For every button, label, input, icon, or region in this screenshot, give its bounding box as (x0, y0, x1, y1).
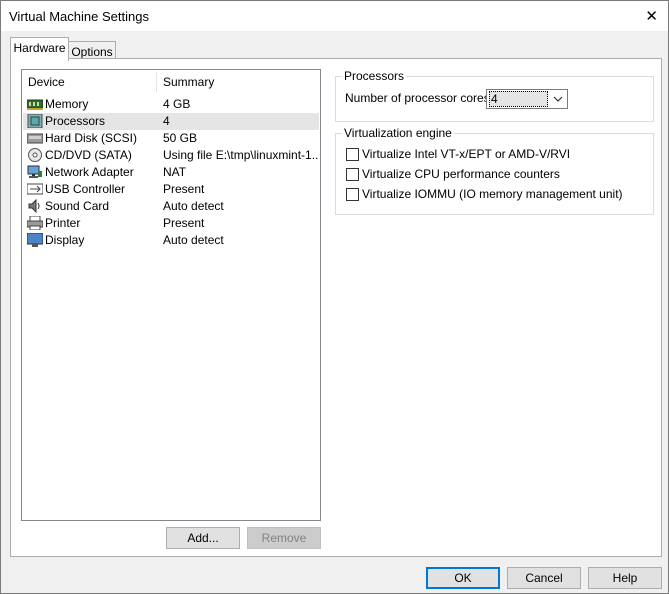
iommu-label[interactable]: Virtualize IOMMU (IO memory management u… (362, 187, 623, 201)
device-row-usb-controller[interactable]: USB Controller Present (23, 181, 319, 198)
processors-group: Processors Number of processor cores: 4 (335, 69, 654, 122)
device-name: Hard Disk (SCSI) (45, 131, 138, 145)
processors-group-title: Processors (342, 69, 407, 83)
usb-icon (27, 183, 43, 195)
help-label: Help (612, 571, 638, 585)
hardware-tab-panel: Device Summary Memory 4 GB Processors 4 (10, 58, 662, 557)
title-bar: Virtual Machine Settings ✕ (1, 1, 668, 31)
summary-column-header[interactable]: Summary (163, 70, 214, 94)
ok-label: OK (454, 571, 472, 585)
device-row-memory[interactable]: Memory 4 GB (23, 96, 319, 113)
device-summary: Auto detect (163, 199, 224, 213)
sound-card-icon (28, 199, 40, 213)
remove-device-label: Remove (261, 531, 307, 545)
device-row-printer[interactable]: Printer Present (23, 215, 319, 232)
window-title: Virtual Machine Settings (9, 9, 149, 24)
device-summary: Auto detect (163, 233, 224, 247)
device-name: Sound Card (45, 199, 110, 213)
vtx-checkbox[interactable] (346, 148, 359, 161)
network-adapter-icon (27, 165, 42, 178)
device-row-sound-card[interactable]: Sound Card Auto detect (23, 198, 319, 215)
remove-device-button[interactable]: Remove (247, 527, 321, 549)
column-divider[interactable] (156, 72, 157, 92)
vtx-label[interactable]: Virtualize Intel VT-x/EPT or AMD-V/RVI (362, 147, 570, 161)
display-icon (27, 233, 43, 247)
tab-options-label: Options (71, 45, 113, 59)
device-row-network-adapter[interactable]: Network Adapter NAT (23, 164, 319, 181)
device-summary: 4 (163, 114, 170, 128)
device-row-processors[interactable]: Processors 4 (23, 113, 319, 130)
virtualization-group: Virtualization engine Virtualize Intel V… (335, 126, 654, 215)
chevron-down-icon (553, 96, 563, 102)
device-name: Display (45, 233, 85, 247)
cores-select-value: 4 (489, 91, 548, 107)
device-name: Printer (45, 216, 81, 230)
device-name: Network Adapter (45, 165, 134, 179)
cpu-counters-label[interactable]: Virtualize CPU performance counters (362, 167, 560, 181)
device-summary: Present (163, 216, 205, 230)
close-icon[interactable]: ✕ (645, 7, 658, 25)
device-name: Memory (45, 97, 89, 111)
cancel-button[interactable]: Cancel (507, 567, 581, 589)
ok-button[interactable]: OK (426, 567, 500, 589)
hard-disk-icon (27, 133, 43, 144)
tab-hardware-label: Hardware (13, 41, 66, 55)
help-button[interactable]: Help (588, 567, 662, 589)
add-device-label: Add... (187, 531, 219, 545)
cd-dvd-icon (28, 148, 42, 162)
cores-select[interactable]: 4 (486, 89, 568, 109)
cpu-counters-checkbox[interactable] (346, 168, 359, 181)
device-row-display[interactable]: Display Auto detect (23, 232, 319, 249)
device-list[interactable]: Device Summary Memory 4 GB Processors 4 (21, 69, 321, 521)
printer-icon (27, 216, 43, 230)
memory-icon (27, 99, 43, 110)
device-name: Processors (45, 114, 106, 128)
device-name: USB Controller (45, 182, 126, 196)
device-name: CD/DVD (SATA) (45, 148, 132, 162)
device-row-cd-dvd[interactable]: CD/DVD (SATA) Using file E:\tmp\linuxmin… (23, 147, 319, 164)
processor-icon (27, 114, 43, 128)
iommu-checkbox[interactable] (346, 188, 359, 201)
virtualization-group-title: Virtualization engine (342, 126, 454, 140)
cancel-label: Cancel (525, 571, 563, 585)
tab-hardware[interactable]: Hardware (10, 37, 69, 61)
device-row-hard-disk[interactable]: Hard Disk (SCSI) 50 GB (23, 130, 319, 147)
device-summary: 4 GB (163, 97, 191, 111)
vm-settings-window: Virtual Machine Settings ✕ Hardware Opti… (0, 0, 669, 594)
device-column-header[interactable]: Device (28, 70, 65, 94)
device-summary: 50 GB (163, 131, 198, 145)
add-device-button[interactable]: Add... (166, 527, 240, 549)
cores-label: Number of processor cores: (345, 91, 494, 105)
device-summary: NAT (163, 165, 187, 179)
device-summary: Using file E:\tmp\linuxmint-1... (163, 148, 319, 162)
device-summary: Present (163, 182, 205, 196)
